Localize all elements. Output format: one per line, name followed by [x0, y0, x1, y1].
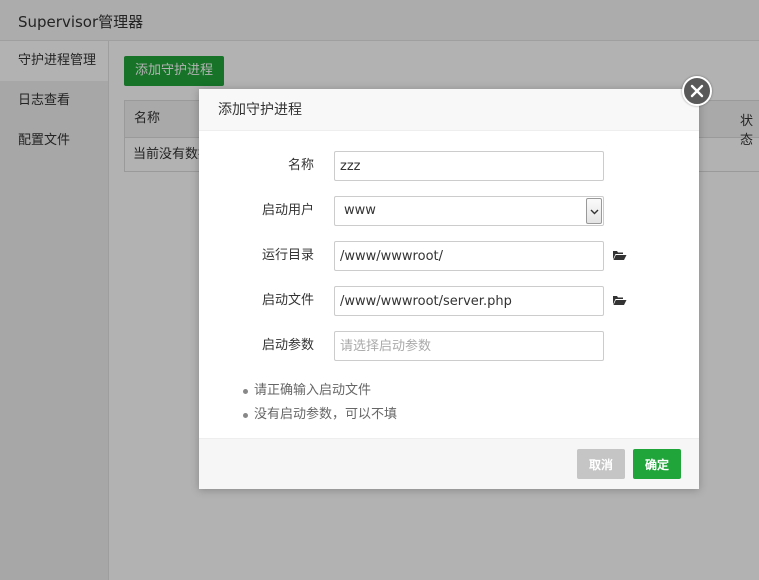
dir-label: 运行目录 [261, 248, 314, 263]
tip-item: 请正确输入启动文件 [243, 379, 397, 403]
close-icon [690, 84, 704, 98]
user-select[interactable]: www [334, 196, 604, 226]
chevron-down-icon[interactable] [586, 198, 602, 224]
file-label: 启动文件 [261, 293, 314, 308]
user-select-value: www [344, 203, 376, 218]
form-row-user: 启动用户 www [199, 196, 699, 226]
dialog-title: 添加守护进程 [199, 89, 699, 131]
close-dialog-button[interactable] [682, 76, 712, 106]
params-label: 启动参数 [261, 338, 314, 353]
user-label: 启动用户 [261, 203, 314, 218]
form-row-params: 启动参数 [199, 331, 699, 361]
tip-item: 没有启动参数，可以不填 [243, 403, 397, 427]
name-input[interactable] [334, 151, 604, 181]
add-process-dialog: 添加守护进程 名称 启动用户 www 运行目录 启动文件 [199, 89, 699, 489]
dialog-footer: 取消 确定 [199, 438, 699, 489]
cancel-button[interactable]: 取消 [577, 449, 625, 479]
dir-input[interactable] [334, 241, 604, 271]
form-row-name: 名称 [199, 151, 699, 181]
form-row-file: 启动文件 [199, 286, 699, 316]
tips-list: 请正确输入启动文件 没有启动参数，可以不填 [243, 379, 397, 427]
folder-open-icon[interactable] [612, 294, 627, 310]
confirm-button[interactable]: 确定 [633, 449, 681, 479]
file-input[interactable] [334, 286, 604, 316]
name-label: 名称 [287, 158, 314, 173]
folder-open-icon[interactable] [612, 249, 627, 265]
params-input[interactable] [334, 331, 604, 361]
form-row-dir: 运行目录 [199, 241, 699, 271]
